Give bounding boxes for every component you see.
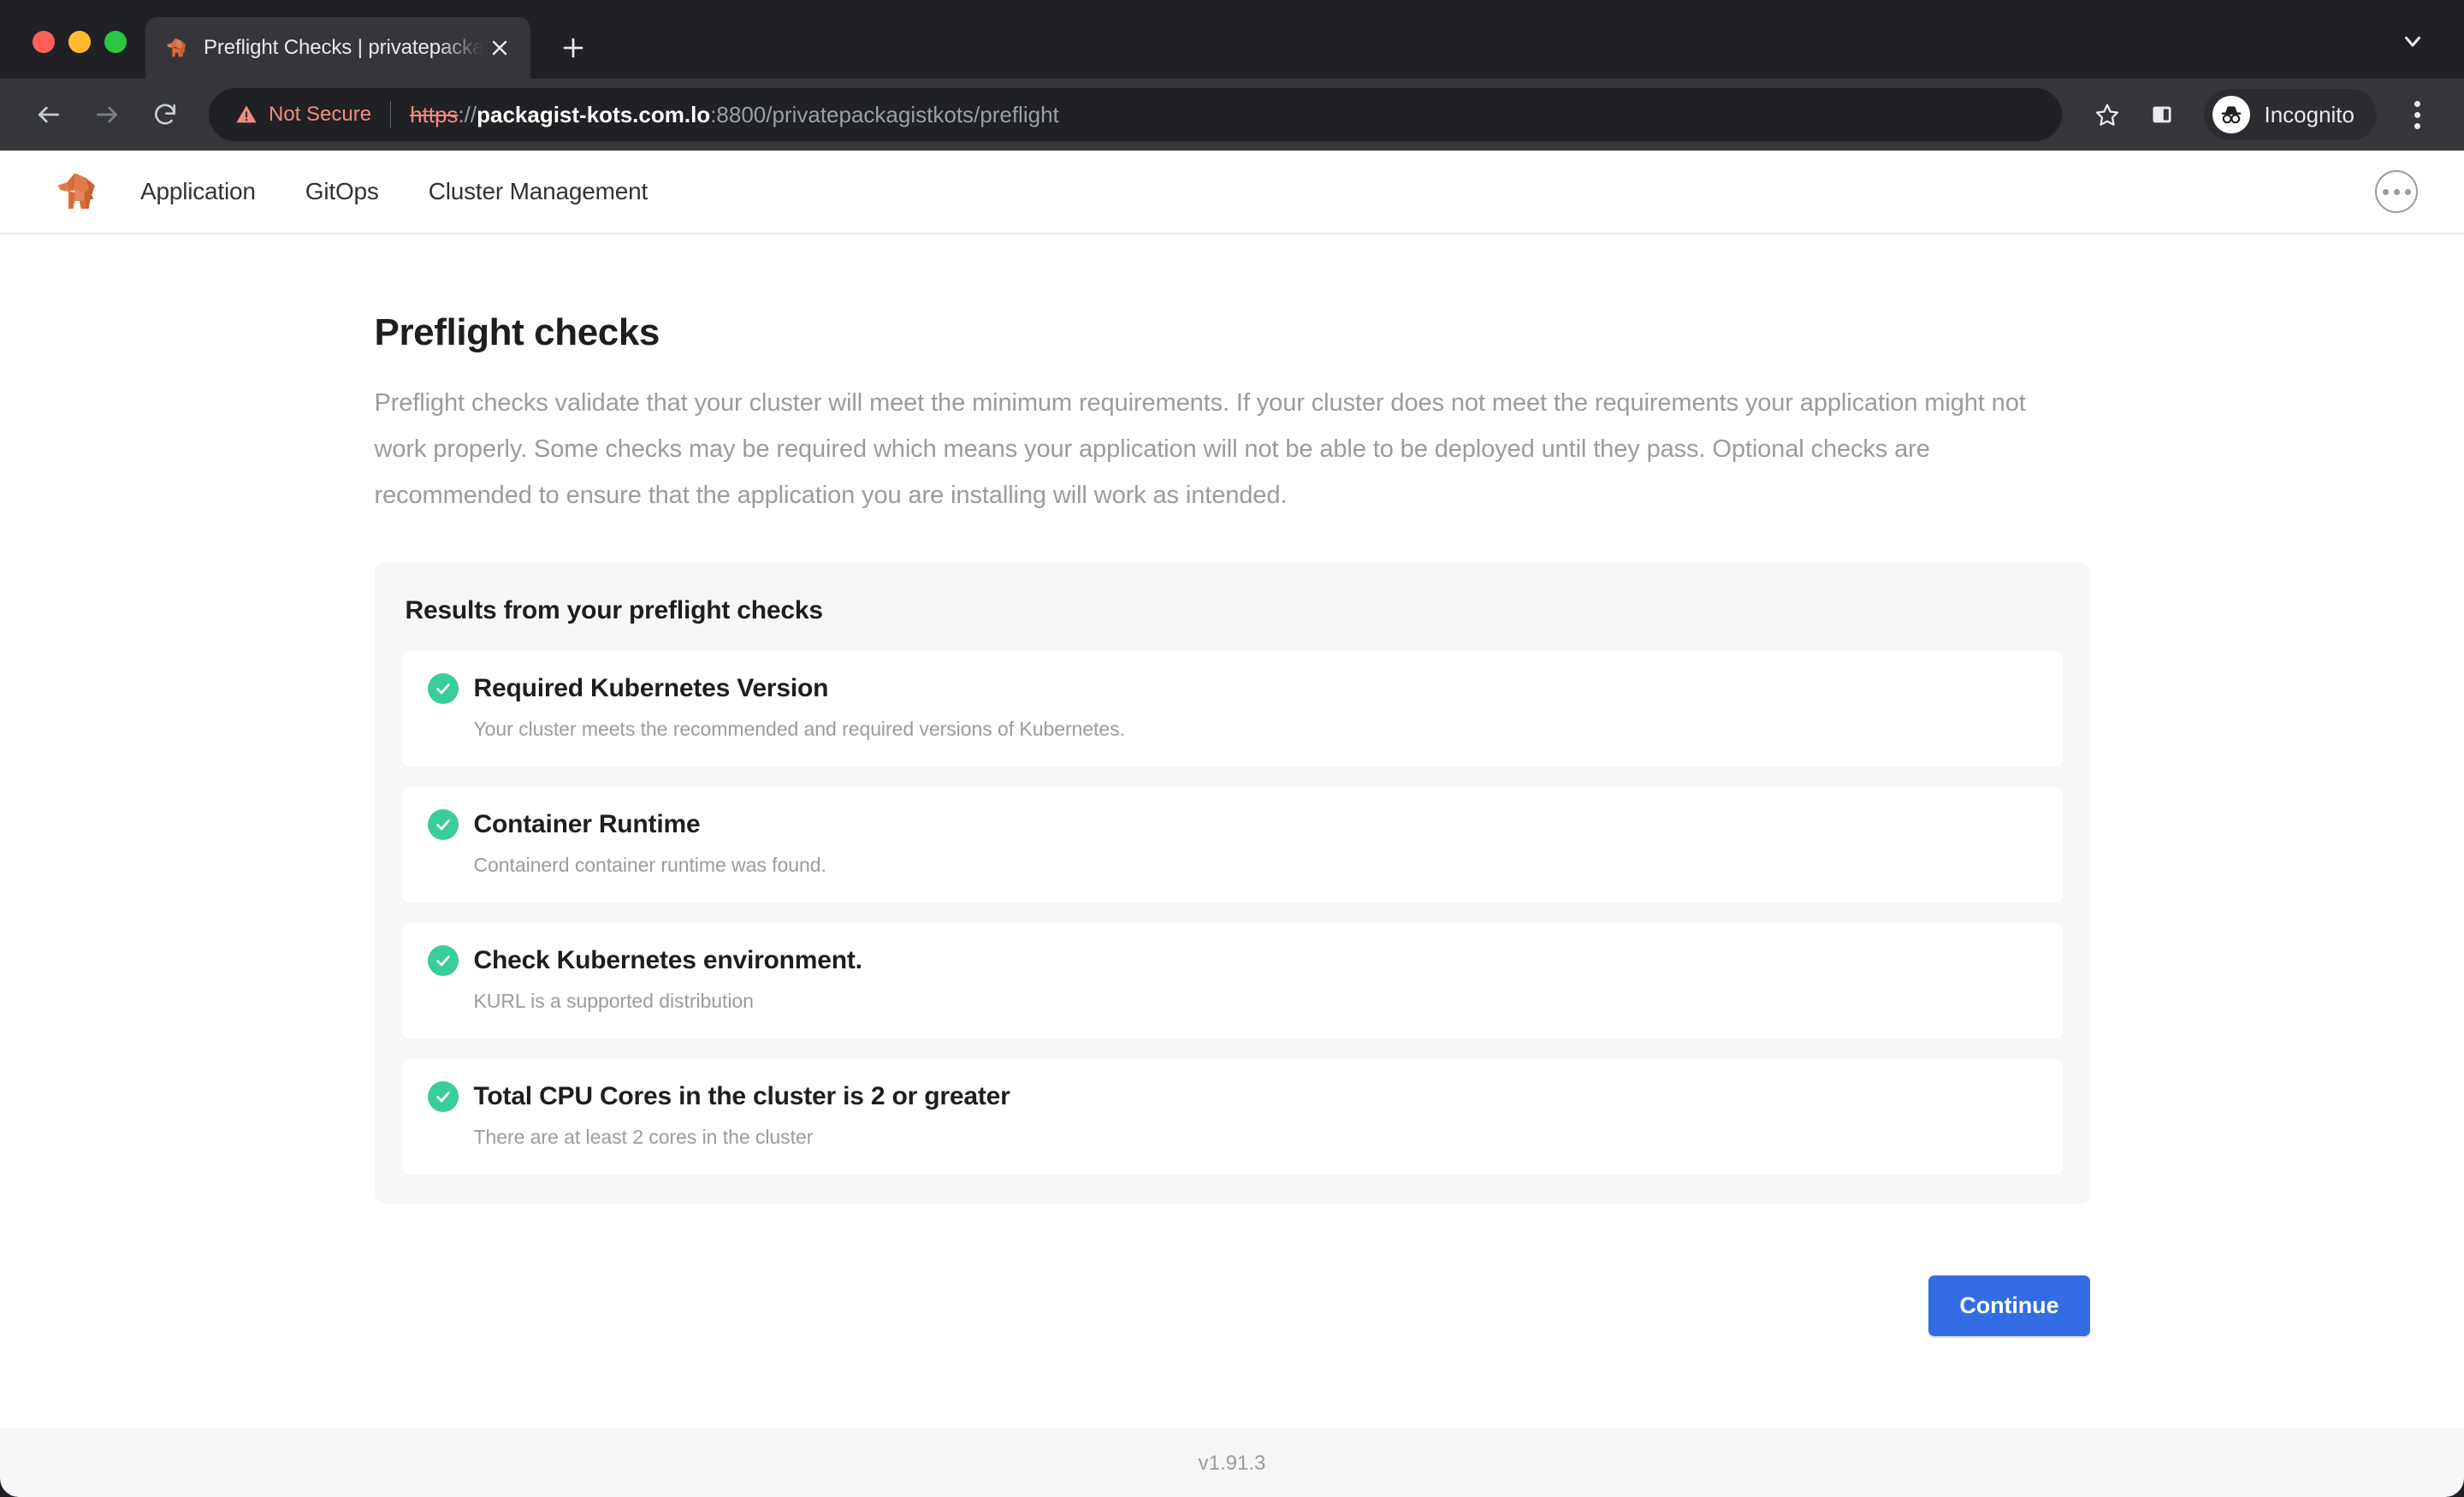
preflight-check-row[interactable]: Container Runtime Containerd container r… [401, 787, 2063, 902]
chevron-down-icon[interactable] [2387, 15, 2438, 67]
app-navigation-bar: Application GitOps Cluster Management [0, 151, 2464, 234]
preflight-check-row[interactable]: Required Kubernetes Version Your cluster… [401, 651, 2063, 766]
check-title: Total CPU Cores in the cluster is 2 or g… [473, 1082, 1010, 1110]
browser-toolbar: Not Secure https://packagist-kots.com.lo… [0, 79, 2464, 151]
check-circle-icon [427, 673, 459, 704]
browser-window: Preflight Checks | privatepacka Not Secu… [0, 0, 2464, 1497]
browser-tab-active[interactable]: Preflight Checks | privatepacka [145, 17, 530, 79]
check-title: Required Kubernetes Version [473, 674, 829, 702]
address-bar-url: https://packagist-kots.com.lo:8800/priva… [410, 102, 1059, 128]
continue-button[interactable]: Continue [1928, 1275, 2090, 1336]
arrow-right-icon[interactable] [80, 88, 133, 141]
check-header: Container Runtime [427, 809, 2037, 840]
preflight-check-row[interactable]: Total CPU Cores in the cluster is 2 or g… [401, 1059, 2063, 1175]
window-close-button[interactable] [33, 31, 55, 53]
check-header: Required Kubernetes Version [427, 673, 2037, 704]
check-header: Total CPU Cores in the cluster is 2 or g… [427, 1081, 2037, 1112]
window-traffic-lights [0, 31, 145, 79]
version-label: v1.91.3 [1198, 1451, 1266, 1475]
content-column: Preflight checks Preflight checks valida… [374, 311, 2090, 1204]
incognito-label: Incognito [2264, 101, 2354, 127]
plus-icon[interactable] [549, 24, 597, 72]
omnibox-divider [390, 101, 392, 128]
window-maximize-button[interactable] [104, 31, 127, 53]
check-description: Your cluster meets the recommended and r… [473, 718, 1125, 740]
check-circle-icon [427, 809, 459, 840]
page-title: Preflight checks [374, 311, 660, 353]
check-description: There are at least 2 cores in the cluste… [473, 1126, 814, 1148]
close-icon[interactable] [483, 31, 517, 65]
tab-title: Preflight Checks | privatepacka [204, 36, 483, 59]
reload-icon[interactable] [139, 88, 192, 141]
address-bar[interactable]: Not Secure https://packagist-kots.com.lo… [209, 88, 2063, 141]
page-actions: Continue [375, 1275, 2090, 1336]
elephant-logo-icon [164, 35, 190, 61]
check-title: Check Kubernetes environment. [473, 946, 863, 974]
security-status-label: Not Secure [269, 103, 372, 126]
url-path: :8800/privatepackagistkots/preflight [710, 101, 1059, 127]
url-host: packagist-kots.com.lo [477, 101, 711, 127]
page-description: Preflight checks validate that your clus… [374, 389, 2026, 509]
tab-strip: Preflight Checks | privatepacka [0, 0, 2464, 79]
app-nav-links: Application GitOps Cluster Management [140, 178, 648, 205]
page-footer: v1.91.3 [0, 1429, 2464, 1497]
page-viewport: Application GitOps Cluster Management Pr… [0, 151, 2464, 1497]
check-circle-icon [427, 1081, 459, 1112]
check-header: Check Kubernetes environment. [427, 945, 2037, 976]
star-icon[interactable] [2082, 90, 2132, 139]
incognito-indicator[interactable]: Incognito [2204, 89, 2377, 140]
more-options-icon[interactable] [2375, 170, 2418, 213]
arrow-left-icon[interactable] [22, 88, 75, 141]
side-panel-icon[interactable] [2137, 90, 2187, 139]
url-slashes: :// [458, 101, 477, 127]
check-title: Container Runtime [473, 810, 701, 838]
results-heading: Results from your preflight checks [405, 596, 824, 624]
nav-link-gitops[interactable]: GitOps [305, 178, 379, 205]
window-minimize-button[interactable] [68, 31, 91, 53]
check-circle-icon [427, 945, 459, 976]
incognito-icon [2212, 96, 2251, 133]
preflight-results-card: Results from your preflight checks Requi… [374, 563, 2090, 1204]
main-content: Preflight checks Preflight checks valida… [0, 234, 2464, 1429]
warning-triangle-icon [234, 103, 258, 127]
nav-link-application[interactable]: Application [140, 178, 256, 205]
check-description: Containerd container runtime was found. [473, 854, 826, 876]
check-description: KURL is a supported distribution [473, 990, 754, 1012]
packagist-elephant-logo-icon[interactable] [51, 165, 104, 218]
url-scheme: https [410, 101, 459, 127]
preflight-check-row[interactable]: Check Kubernetes environment. KURL is a … [401, 923, 2063, 1038]
nav-link-cluster-management[interactable]: Cluster Management [429, 178, 649, 205]
kebab-menu-icon[interactable] [2392, 90, 2442, 139]
